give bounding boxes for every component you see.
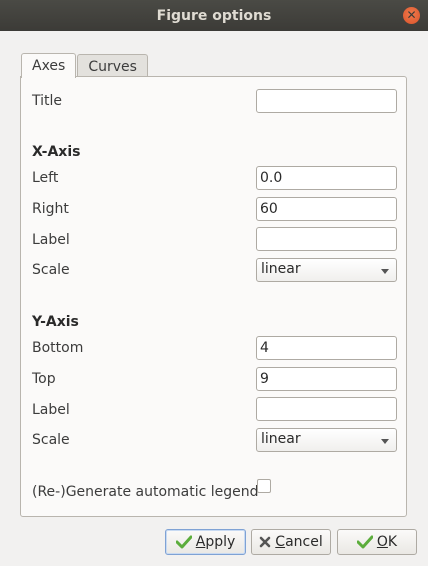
y-bottom-label: Bottom — [32, 340, 84, 356]
legend-label: (Re-)Generate automatic legend — [32, 484, 259, 500]
window-title: Figure options — [156, 7, 272, 24]
y-label-label: Label — [32, 402, 70, 418]
check-icon — [356, 535, 373, 549]
title-field[interactable] — [256, 89, 397, 113]
x-label-label: Label — [32, 232, 70, 248]
ok-label: OK — [376, 534, 398, 550]
axes-panel: Title X-Axis Left Right Label Scale line… — [20, 76, 407, 517]
y-top-label: Top — [32, 371, 56, 387]
x-right-label: Right — [32, 201, 69, 217]
y-bottom-field[interactable] — [256, 336, 397, 360]
close-icon[interactable]: ✕ — [403, 7, 420, 24]
apply-button[interactable]: Apply — [165, 529, 246, 555]
x-axis-heading: X-Axis — [32, 144, 81, 160]
y-scale-value: linear — [261, 431, 301, 447]
y-scale-label: Scale — [32, 432, 70, 448]
tab-curves[interactable]: Curves — [77, 54, 148, 77]
apply-label: Apply — [195, 534, 236, 550]
window-titlebar: Figure options ✕ — [0, 0, 428, 31]
cancel-label: Cancel — [275, 534, 323, 550]
x-left-field[interactable] — [256, 166, 397, 190]
tab-bar: Axes Curves — [21, 53, 149, 78]
legend-checkbox[interactable] — [257, 479, 271, 493]
y-scale-select[interactable]: linear — [256, 428, 397, 452]
title-label: Title — [32, 93, 63, 109]
x-left-label: Left — [32, 170, 59, 186]
y-top-field[interactable] — [256, 367, 397, 391]
y-axis-heading: Y-Axis — [32, 314, 79, 330]
x-scale-select[interactable]: linear — [256, 258, 397, 282]
y-label-field[interactable] — [256, 397, 397, 421]
chevron-down-icon — [381, 269, 389, 274]
x-right-field[interactable] — [256, 197, 397, 221]
dialog-body: Axes Curves Title X-Axis Left Right Labe… — [0, 31, 428, 566]
x-icon — [259, 536, 271, 548]
x-label-field[interactable] — [256, 227, 397, 251]
x-scale-value: linear — [261, 261, 301, 277]
x-scale-label: Scale — [32, 262, 70, 278]
check-icon — [175, 535, 192, 549]
tab-axes[interactable]: Axes — [21, 53, 77, 78]
chevron-down-icon — [381, 439, 389, 444]
ok-button[interactable]: OK — [337, 529, 417, 555]
cancel-button[interactable]: Cancel — [251, 529, 331, 555]
